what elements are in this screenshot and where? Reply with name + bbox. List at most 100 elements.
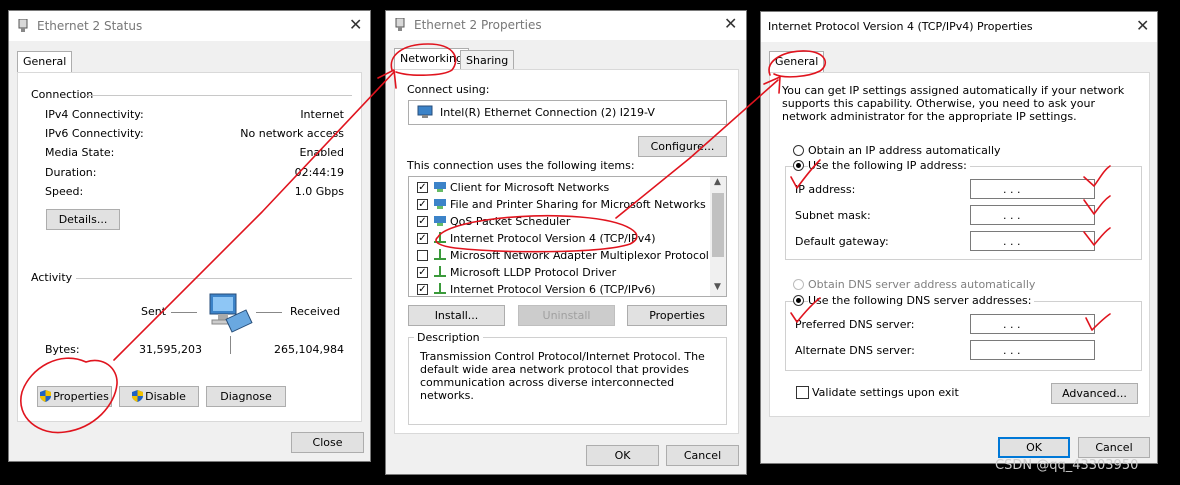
advanced-button[interactable]: Advanced...	[1051, 383, 1138, 404]
use-following-ip-radio[interactable]	[793, 160, 804, 171]
validate-label: Validate settings upon exit	[812, 386, 959, 399]
scroll-thumb[interactable]	[712, 193, 724, 257]
duration-label: Duration:	[45, 166, 97, 179]
default-gateway-field[interactable]: . . .	[970, 231, 1095, 251]
uac-shield-icon	[132, 390, 144, 402]
duration-value: 02:44:19	[294, 166, 344, 179]
item-properties-button[interactable]: Properties	[627, 305, 727, 326]
window-title: Internet Protocol Version 4 (TCP/IPv4) P…	[768, 20, 1033, 33]
items-label: This connection uses the following items…	[407, 159, 635, 172]
configure-button[interactable]: Configure...	[638, 136, 727, 157]
install-button[interactable]: Install...	[408, 305, 505, 326]
ipv4-connectivity-label: IPv4 Connectivity:	[45, 108, 144, 121]
network-adapter-icon	[417, 105, 433, 118]
list-item[interactable]: ✓ File and Printer Sharing for Microsoft…	[409, 196, 709, 213]
properties-button[interactable]: Properties	[37, 386, 112, 407]
item-checkbox[interactable]: ✓	[417, 284, 428, 295]
description-text: Transmission Control Protocol/Internet P…	[420, 350, 705, 402]
item-label: Microsoft LLDP Protocol Driver	[450, 266, 617, 279]
ethernet-status-window: Ethernet 2 Status ✕ General Connection I…	[8, 10, 371, 462]
close-icon[interactable]: ✕	[1136, 16, 1149, 35]
divider	[86, 95, 352, 96]
field-separators: . . .	[1003, 235, 1021, 248]
status-client-area: General Connection IPv4 Connectivity: In…	[9, 41, 370, 461]
item-label: Microsoft Network Adapter Multiplexor Pr…	[450, 249, 709, 262]
field-separators: . . .	[1003, 209, 1021, 222]
tab-sharing[interactable]: Sharing	[460, 50, 515, 70]
tab-networking[interactable]: Networking	[394, 48, 469, 70]
diagnose-button[interactable]: Diagnose	[206, 386, 286, 407]
network-computers-icon	[209, 293, 253, 333]
disable-button[interactable]: Disable	[119, 386, 199, 407]
obtain-ip-auto-radio[interactable]	[793, 145, 804, 156]
tab-general[interactable]: General	[769, 51, 825, 73]
protocol-icon	[434, 283, 446, 294]
desktop-background: { "status_window": { "title": "Ethernet …	[0, 0, 1180, 485]
obtain-dns-auto-radio[interactable]	[793, 279, 804, 290]
protocol-icon	[434, 266, 446, 277]
intro-text: You can get IP settings assigned automat…	[782, 84, 1125, 123]
close-button[interactable]: Close	[291, 432, 364, 453]
item-checkbox[interactable]: ✓	[417, 199, 428, 210]
item-checkbox[interactable]: ✓	[417, 267, 428, 278]
details-button[interactable]: Details...	[46, 209, 120, 230]
sent-line	[171, 312, 197, 313]
item-checkbox[interactable]: ✓	[417, 216, 428, 227]
item-checkbox[interactable]: ✓	[417, 233, 428, 244]
list-item[interactable]: Microsoft Network Adapter Multiplexor Pr…	[409, 247, 709, 264]
validate-checkbox[interactable]	[796, 386, 809, 399]
close-icon[interactable]: ✕	[349, 15, 362, 34]
close-icon[interactable]: ✕	[724, 14, 737, 33]
preferred-dns-field[interactable]: . . .	[970, 314, 1095, 334]
bytes-sent-value: 31,595,203	[139, 343, 202, 356]
vertical-scrollbar[interactable]: ▲ ▼	[710, 177, 726, 296]
bytes-divider	[230, 336, 231, 354]
list-item[interactable]: ✓ Internet Protocol Version 4 (TCP/IPv4)	[409, 230, 709, 247]
tab-general[interactable]: General	[17, 51, 73, 73]
alternate-dns-label: Alternate DNS server:	[795, 344, 915, 357]
service-icon	[434, 216, 446, 226]
ethernet-properties-window: Ethernet 2 Properties ✕ Networking Shari…	[385, 10, 747, 475]
adapter-name: Intel(R) Ethernet Connection (2) I219-V	[440, 106, 655, 119]
item-label: Internet Protocol Version 6 (TCP/IPv6)	[450, 283, 656, 296]
protocol-icon	[434, 249, 446, 260]
item-label: File and Printer Sharing for Microsoft N…	[450, 198, 706, 211]
description-heading: Description	[414, 331, 483, 344]
item-checkbox[interactable]	[417, 250, 428, 261]
title-bar: Ethernet 2 Status ✕	[9, 11, 370, 41]
media-state-label: Media State:	[45, 146, 115, 159]
cancel-button[interactable]: Cancel	[666, 445, 739, 466]
title-bar: Ethernet 2 Properties ✕	[386, 11, 746, 41]
item-checkbox[interactable]: ✓	[417, 182, 428, 193]
window-title: Ethernet 2 Status	[37, 19, 143, 33]
connect-using-label: Connect using:	[407, 83, 490, 96]
scroll-up-icon[interactable]: ▲	[714, 177, 721, 187]
alternate-dns-field[interactable]: . . .	[970, 340, 1095, 360]
ipv4-properties-window: Internet Protocol Version 4 (TCP/IPv4) P…	[760, 11, 1158, 464]
disable-button-label: Disable	[145, 390, 186, 403]
window-title: Ethernet 2 Properties	[414, 18, 542, 32]
cancel-button[interactable]: Cancel	[1078, 437, 1150, 458]
received-line	[256, 312, 282, 313]
media-state-value: Enabled	[299, 146, 344, 159]
ipv4-connectivity-value: Internet	[300, 108, 344, 121]
use-following-dns-radio[interactable]	[793, 295, 804, 306]
uninstall-button[interactable]: Uninstall	[518, 305, 615, 326]
general-panel: Connection IPv4 Connectivity: Internet I…	[17, 72, 362, 422]
subnet-mask-field[interactable]: . . .	[970, 205, 1095, 225]
item-label: Client for Microsoft Networks	[450, 181, 610, 194]
list-item[interactable]: ✓ QoS Packet Scheduler	[409, 213, 709, 230]
uac-shield-icon	[40, 390, 52, 402]
list-item[interactable]: ✓ Microsoft LLDP Protocol Driver	[409, 264, 709, 281]
ip-address-field[interactable]: . . .	[970, 179, 1095, 199]
title-bar: Internet Protocol Version 4 (TCP/IPv4) P…	[761, 12, 1157, 42]
scroll-down-icon[interactable]: ▼	[714, 282, 721, 292]
ok-button[interactable]: OK	[998, 437, 1070, 458]
list-item[interactable]: ✓ Internet Protocol Version 6 (TCP/IPv6)	[409, 281, 709, 296]
connection-heading: Connection	[31, 88, 94, 101]
ok-button[interactable]: OK	[586, 445, 659, 466]
protocol-icon	[434, 232, 446, 243]
list-item[interactable]: ✓ Client for Microsoft Networks	[409, 179, 709, 196]
item-label: QoS Packet Scheduler	[450, 215, 571, 228]
adapter-box: Intel(R) Ethernet Connection (2) I219-V	[408, 100, 727, 125]
